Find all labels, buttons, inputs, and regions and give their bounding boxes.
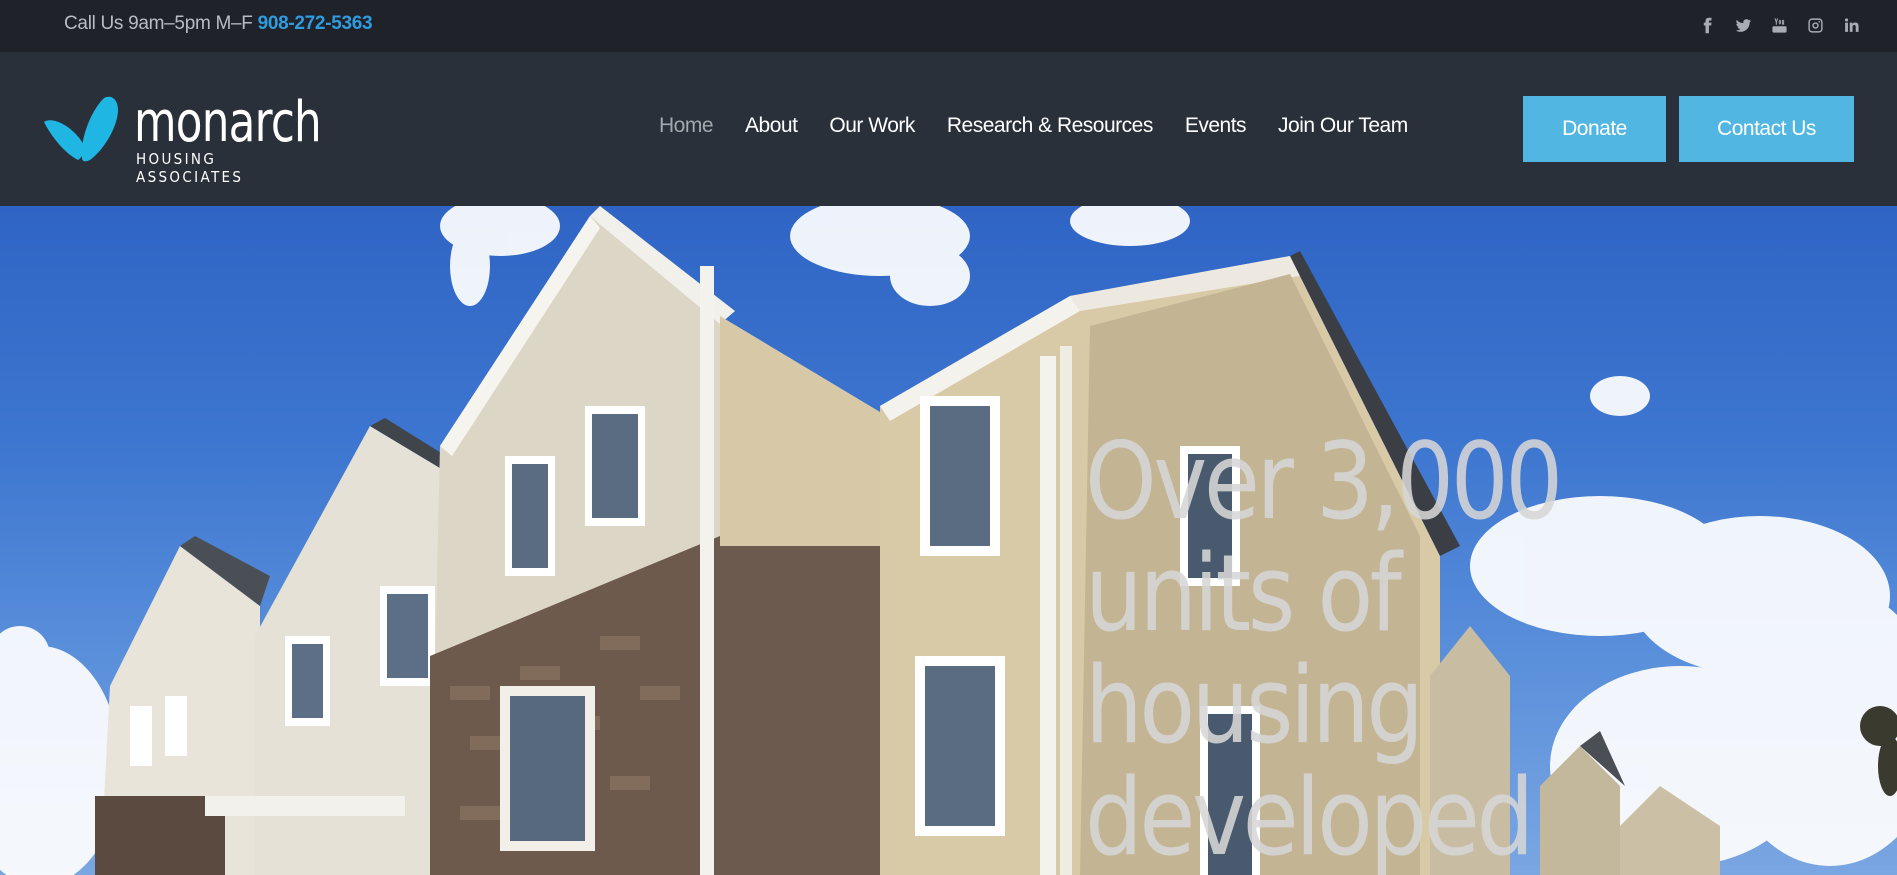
phone-link[interactable]: 908-272-5363: [258, 13, 373, 34]
logo-wordmark: monarch: [134, 90, 322, 155]
youtube-icon[interactable]: [1769, 14, 1789, 36]
twitter-icon[interactable]: [1733, 14, 1753, 36]
top-utility-bar: Call Us 9am–5pm M–F 908-272-5363: [0, 0, 1897, 52]
butterfly-logo-icon: [44, 96, 118, 162]
logo-tagline: HOUSING ASSOCIATES: [136, 150, 244, 186]
nav-item-home[interactable]: Home: [659, 114, 714, 138]
social-links: [1697, 14, 1861, 36]
hero-banner: Over 3,000 units of housing developed: [0, 206, 1897, 875]
main-navigation: Home About Our Work Research & Resources…: [659, 114, 1440, 138]
nav-item-research-resources[interactable]: Research & Resources: [947, 114, 1153, 138]
linkedin-icon[interactable]: [1841, 14, 1861, 36]
facebook-icon[interactable]: [1697, 14, 1717, 36]
apartment-building-image: [0, 206, 1897, 875]
nav-item-join-our-team[interactable]: Join Our Team: [1278, 114, 1408, 138]
site-header: monarch HOUSING ASSOCIATES Home About Ou…: [0, 52, 1897, 206]
contact-us-button[interactable]: Contact Us: [1679, 96, 1854, 162]
instagram-icon[interactable]: [1805, 14, 1825, 36]
call-hours-text: Call Us 9am–5pm M–F: [64, 13, 253, 34]
nav-item-our-work[interactable]: Our Work: [829, 114, 915, 138]
nav-item-about[interactable]: About: [745, 114, 798, 138]
donate-button[interactable]: Donate: [1523, 96, 1666, 162]
hero-headline: Over 3,000 units of housing developed: [1085, 420, 1563, 875]
call-info: Call Us 9am–5pm M–F 908-272-5363: [64, 13, 373, 35]
monarch-logo[interactable]: monarch HOUSING ASSOCIATES: [42, 90, 322, 186]
nav-item-events[interactable]: Events: [1185, 114, 1247, 138]
